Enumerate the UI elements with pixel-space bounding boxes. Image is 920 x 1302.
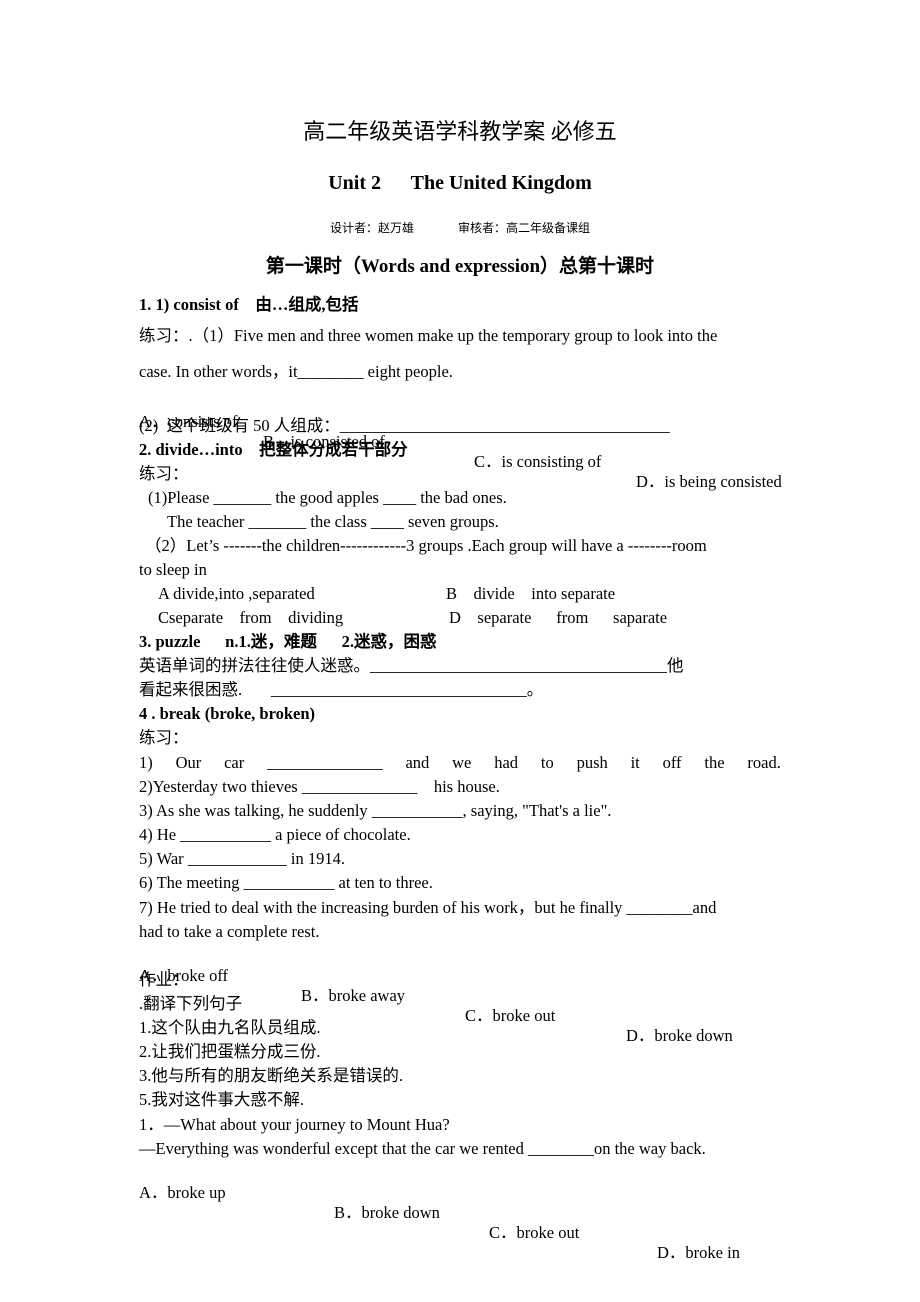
s2-option-d: D separate from saparate (449, 608, 668, 627)
word: the (704, 753, 725, 772)
designer: 设计者：赵万雄 (329, 221, 414, 235)
section-4-heading: 4 . break (broke, broken) (139, 704, 316, 723)
section-1-heading: 1. 1) consist of 由…组成,包括 (139, 295, 359, 314)
s2-option-a: A divide,into ,separated (158, 584, 315, 603)
section-3-heading: 3. puzzle n.1.迷，难题 2.迷惑，困惑 (139, 632, 437, 651)
option-d: D．is being consisted (636, 472, 782, 491)
homework-question-1: 1．—What about your journey to Mount Hua? (139, 1115, 450, 1134)
homework-options: A．broke up B．broke down C．broke out D．br… (139, 1163, 779, 1283)
option-b: B．broke away (301, 986, 406, 1005)
word: 1) (139, 753, 153, 772)
translation-item: 5.我对这件事大惑不解. (139, 1090, 304, 1109)
s1-translation-item: (2) 这个班级有 50 人组成：_______________________… (139, 416, 670, 435)
translation-item: 1.这个队由九名队员组成. (139, 1018, 321, 1037)
answer-blank: ______________ (267, 753, 383, 772)
s2-line: The teacher _______ the class ____ seven… (167, 512, 499, 531)
s3-line: 英语单词的拼法往往使人迷惑。__________________________… (139, 656, 684, 675)
option-b: B．broke down (334, 1203, 440, 1222)
s2-line: （2）Let’s -------the children------------… (145, 536, 707, 555)
s4-question-1: 1) Our car ______________ and we had to … (139, 753, 781, 773)
option-d: D．broke in (657, 1243, 740, 1262)
s1-question-line: 练习：.（1）Five men and three women make up … (139, 326, 718, 345)
word: to (540, 753, 554, 772)
authorship-line: 设计者：赵万雄 审核者：高二年级备课组 (0, 218, 920, 238)
s1-question-line: case. In other words，it________ eight pe… (139, 362, 453, 381)
word: push (576, 753, 608, 772)
translation-item: 3.他与所有的朋友断绝关系是错误的. (139, 1066, 403, 1085)
s2-line: to sleep in (139, 560, 207, 579)
option-c: C．broke out (489, 1223, 580, 1242)
word: and (405, 753, 430, 772)
lesson-heading: 第一课时（Words and expression）总第十课时 (265, 256, 655, 277)
word: off (662, 753, 682, 772)
s4-question-2: 2)Yesterday two thieves ______________ h… (139, 777, 500, 796)
document-title: 高二年级英语学科教学案 必修五 (303, 119, 617, 144)
s4-question-3: 3) As she was talking, he suddenly _____… (139, 801, 612, 820)
s4-question-7-cont: had to take a complete rest. (139, 922, 320, 941)
unit-title: Unit 2 The United Kingdom (328, 172, 592, 194)
s4-question-4: 4) He ___________ a piece of chocolate. (139, 825, 411, 844)
s4-question-6: 6) The meeting ___________ at ten to thr… (139, 873, 433, 892)
word: road. (747, 753, 781, 772)
option-a: A．broke up (139, 1183, 226, 1202)
s2-option-b: B divide into separate (446, 584, 616, 603)
option-d: D．broke down (626, 1026, 733, 1045)
s4-question-5: 5) War ____________ in 1914. (139, 849, 345, 868)
option-c: C．is consisting of (474, 452, 602, 471)
section-2-heading: 2. divide…into 把整体分成若干部分 (139, 440, 408, 459)
practice-label: 练习： (139, 464, 189, 483)
word: Our (175, 753, 202, 772)
word: it (630, 753, 640, 772)
translation-item: 2.让我们把蛋糕分成三份. (139, 1042, 321, 1061)
practice-label: 练习： (139, 728, 189, 747)
s4-question-7: 7) He tried to deal with the increasing … (139, 898, 717, 917)
reviewer: 审核者：高二年级备课组 (458, 221, 591, 235)
s3-line: 看起来很困惑. _______________________________。 (139, 680, 544, 699)
word: had (494, 753, 519, 772)
homework-heading: 作业： (139, 970, 189, 989)
word: we (452, 753, 472, 772)
word: car (224, 753, 245, 772)
s2-option-c: Cseparate from dividing (158, 608, 344, 627)
homework-question-1-answer: —Everything was wonderful except that th… (139, 1139, 706, 1158)
translate-instruction: .翻译下列句子 (139, 994, 243, 1013)
option-c: C．broke out (465, 1006, 556, 1025)
s2-line: (1)Please _______ the good apples ____ t… (148, 488, 507, 507)
